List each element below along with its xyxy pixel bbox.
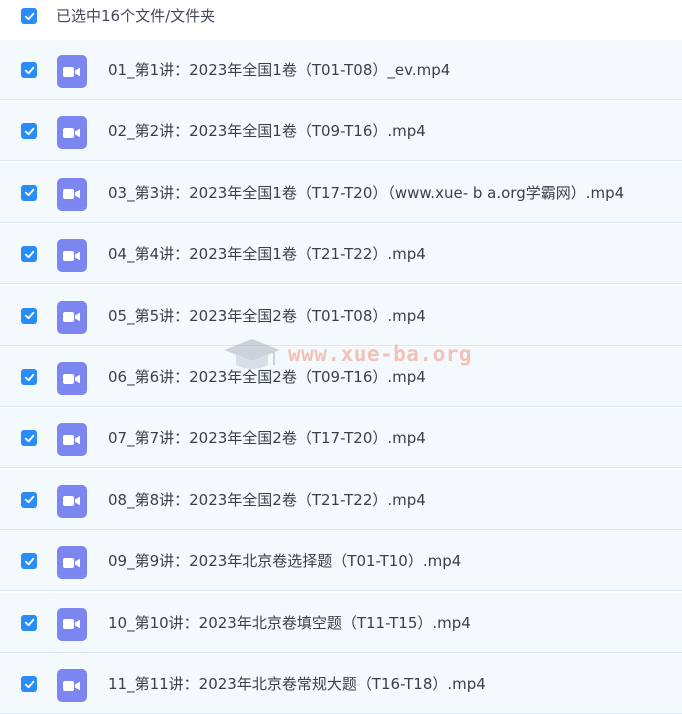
- file-row[interactable]: 11_第11讲：2023年北京卷常规大题（T16-T18）.mp4: [0, 654, 682, 714]
- checkmark-icon: [24, 12, 34, 20]
- file-name[interactable]: 05_第5讲：2023年全国2卷（T01-T08）.mp4: [108, 306, 426, 326]
- file-row[interactable]: 07_第7讲：2023年全国2卷（T17-T20）.mp4: [0, 408, 682, 469]
- file-name[interactable]: 01_第1讲：2023年全国1卷（T01-T08）_ev.mp4: [108, 60, 450, 80]
- file-name[interactable]: 11_第11讲：2023年北京卷常规大题（T16-T18）.mp4: [108, 674, 486, 694]
- video-file-icon: [57, 300, 87, 334]
- video-file-icon: [57, 669, 87, 702]
- file-name[interactable]: 04_第4讲：2023年全国1卷（T21-T22）.mp4: [108, 244, 426, 264]
- file-name[interactable]: 07_第7讲：2023年全国2卷（T17-T20）.mp4: [108, 428, 426, 448]
- file-row[interactable]: 02_第2讲：2023年全国1卷（T09-T16）.mp4: [0, 101, 682, 162]
- file-row[interactable]: 09_第9讲：2023年北京卷选择题（T01-T10）.mp4: [0, 531, 682, 592]
- file-checkbox[interactable]: [21, 307, 37, 324]
- selection-count-label: 已选中16个文件/文件夹: [56, 7, 216, 25]
- file-row[interactable]: 04_第4讲：2023年全国1卷（T21-T22）.mp4: [0, 224, 682, 285]
- video-file-icon: [57, 362, 87, 395]
- video-file-icon: [57, 484, 87, 518]
- checkmark-icon: [24, 496, 34, 504]
- file-row[interactable]: 06_第6讲：2023年全国2卷（T09-T16）.mp4: [0, 347, 682, 407]
- checkmark-icon: [24, 557, 34, 565]
- file-checkbox[interactable]: [21, 62, 37, 78]
- video-file-icon: [57, 546, 87, 580]
- file-name[interactable]: 06_第6讲：2023年全国2卷（T09-T16）.mp4: [108, 367, 426, 387]
- file-checkbox[interactable]: [21, 676, 37, 692]
- video-file-icon: [57, 177, 87, 211]
- file-row[interactable]: 10_第10讲：2023年北京卷填空题（T11-T15）.mp4: [0, 592, 682, 653]
- checkmark-icon: [24, 66, 34, 74]
- selection-header: 已选中16个文件/文件夹: [0, 0, 682, 34]
- checkmark-icon: [24, 680, 34, 688]
- file-checkbox[interactable]: [21, 614, 37, 631]
- file-row[interactable]: 03_第3讲：2023年全国1卷（T17-T20）（www.xue- b a.o…: [0, 162, 682, 223]
- select-all-checkbox[interactable]: [21, 8, 37, 24]
- file-name[interactable]: 09_第9讲：2023年北京卷选择题（T01-T10）.mp4: [108, 551, 461, 571]
- file-name[interactable]: 08_第8讲：2023年全国2卷（T21-T22）.mp4: [108, 490, 426, 510]
- video-file-icon: [57, 55, 87, 88]
- video-file-icon: [57, 423, 87, 457]
- file-name[interactable]: 03_第3讲：2023年全国1卷（T17-T20）（www.xue- b a.o…: [108, 183, 624, 203]
- checkmark-icon: [24, 618, 34, 627]
- checkmark-icon: [24, 311, 34, 320]
- file-row[interactable]: 08_第8讲：2023年全国2卷（T21-T22）.mp4: [0, 469, 682, 530]
- file-name[interactable]: 02_第2讲：2023年全国1卷（T09-T16）.mp4: [108, 121, 426, 141]
- file-checkbox[interactable]: [21, 430, 37, 447]
- file-checkbox[interactable]: [21, 184, 37, 201]
- checkmark-icon: [24, 127, 34, 136]
- checkmark-icon: [24, 250, 34, 258]
- file-checkbox[interactable]: [21, 553, 37, 570]
- file-row[interactable]: 05_第5讲：2023年全国2卷（T01-T08）.mp4: [0, 285, 682, 346]
- file-checkbox[interactable]: [21, 369, 37, 385]
- file-row[interactable]: 01_第1讲：2023年全国1卷（T01-T08）_ev.mp4: [0, 40, 682, 100]
- checkmark-icon: [24, 189, 34, 197]
- video-file-icon: [57, 116, 87, 150]
- file-checkbox[interactable]: [21, 246, 37, 263]
- checkmark-icon: [24, 434, 34, 443]
- video-file-icon: [57, 607, 87, 641]
- file-name[interactable]: 10_第10讲：2023年北京卷填空题（T11-T15）.mp4: [108, 613, 471, 633]
- file-checkbox[interactable]: [21, 491, 37, 508]
- file-checkbox[interactable]: [21, 123, 37, 140]
- checkmark-icon: [24, 373, 34, 381]
- video-file-icon: [57, 239, 87, 273]
